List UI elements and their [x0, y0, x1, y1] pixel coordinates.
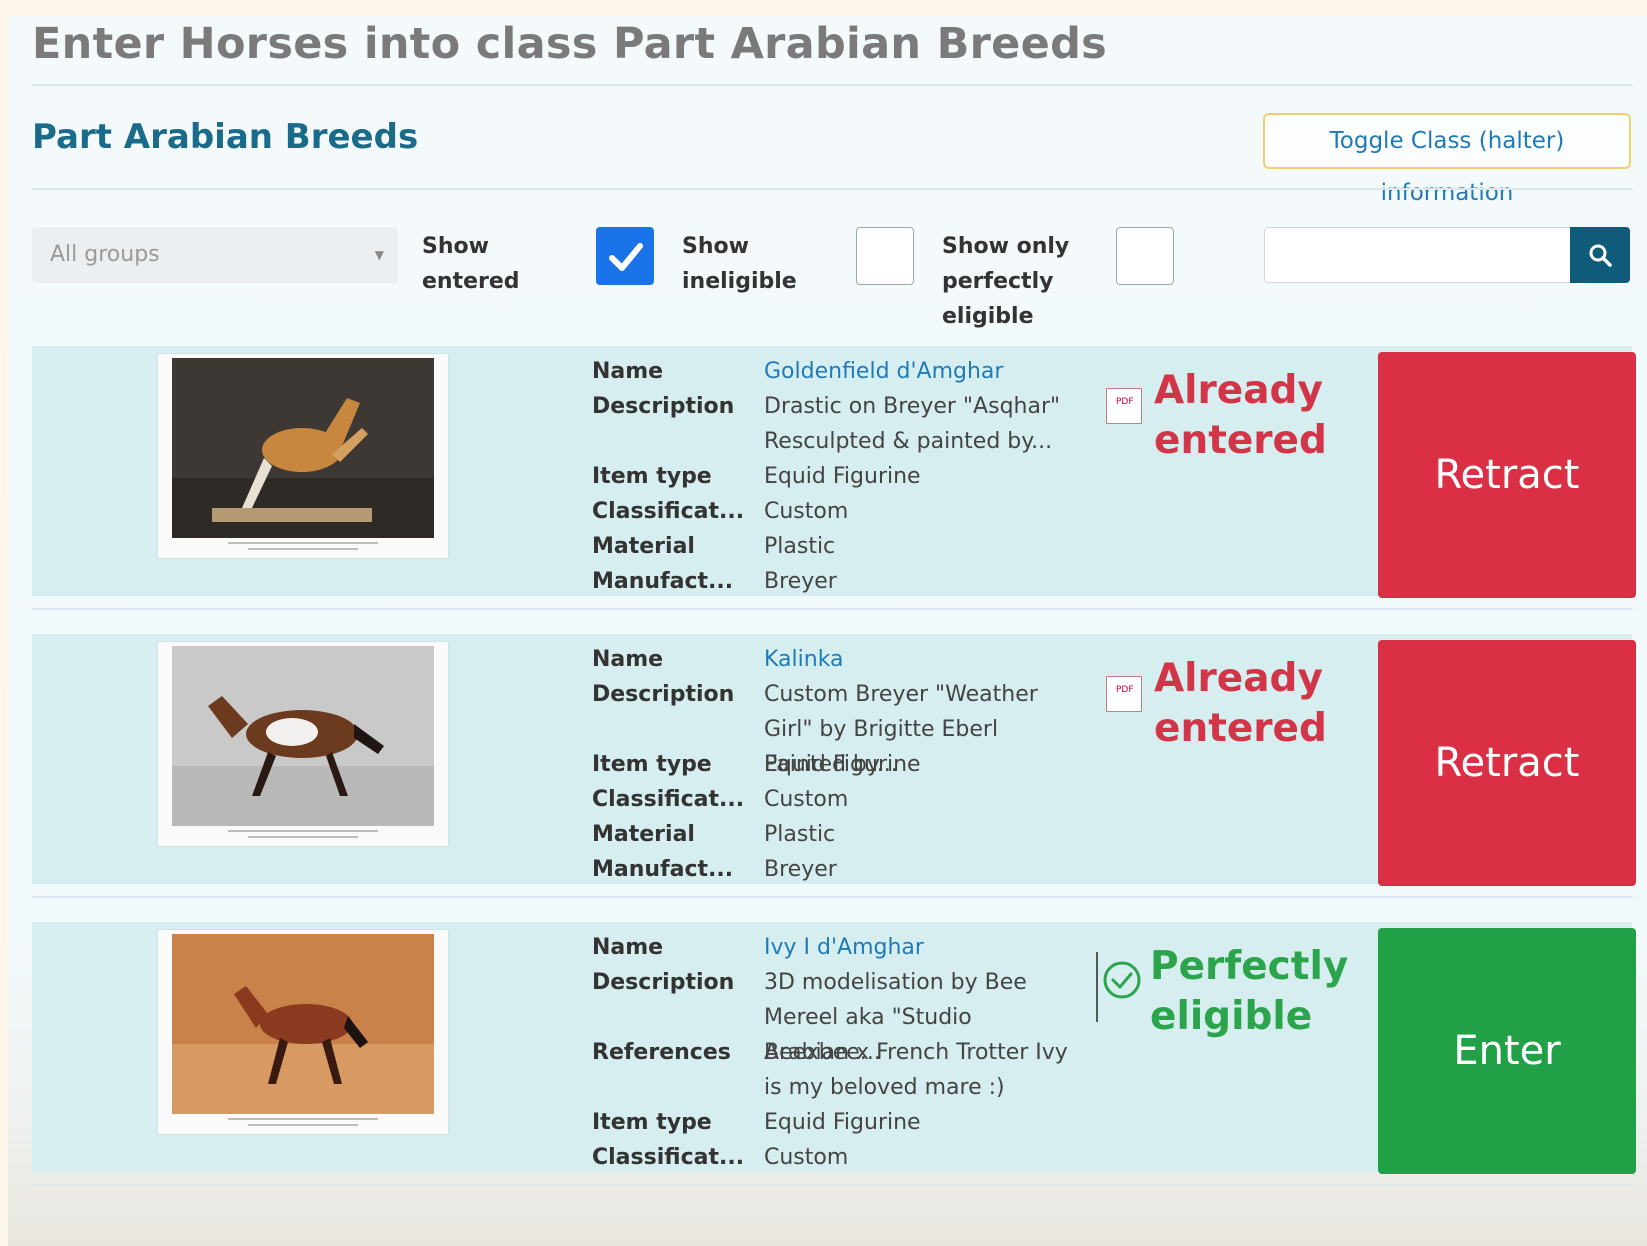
caption-line: [248, 1124, 358, 1126]
class-title: Part Arabian Breeds: [32, 117, 419, 157]
field-value: Custom: [764, 1145, 849, 1170]
field-label: Name: [592, 359, 664, 384]
enter-button[interactable]: Enter: [1378, 928, 1636, 1174]
caption-line: [248, 548, 358, 550]
check-circle-icon: [1103, 961, 1141, 999]
field-label: Item type: [592, 752, 712, 777]
horse-row: Name Kalinka Description Custom Breyer "We…: [32, 634, 1636, 887]
toggle-class-info-button[interactable]: Toggle Class (halter) information: [1263, 113, 1631, 206]
horse-name-link[interactable]: Kalinka: [764, 642, 1074, 677]
horse-photo[interactable]: [158, 930, 448, 1134]
entry-status: PDF Already entered: [1106, 366, 1344, 466]
field-value: Plastic: [764, 822, 836, 847]
field-label: Classificat...: [592, 499, 745, 524]
field-label: Manufact...: [592, 569, 734, 594]
field-value: Drastic on Breyer "Asqhar" Resculpted & …: [764, 394, 1061, 454]
pdf-file-icon[interactable]: PDF: [1106, 676, 1142, 712]
field-label: Description: [592, 970, 735, 995]
show-entered-checkbox[interactable]: [596, 227, 654, 285]
horse-image: [172, 358, 434, 538]
horse-details: Name Goldenfield d'Amghar Description Dras…: [592, 354, 1092, 599]
chevron-down-icon: ▼: [374, 248, 384, 262]
horse-row: Name Goldenfield d'Amghar Description Dras…: [32, 346, 1636, 599]
status-text: Already entered: [1154, 368, 1327, 463]
field-label: References: [592, 1040, 731, 1065]
horse-photo[interactable]: [158, 354, 448, 558]
field-label: Material: [592, 822, 695, 847]
page: Enter Horses into class Part Arabian Bre…: [8, 16, 1647, 1246]
field-label: Name: [592, 935, 664, 960]
horse-name-link[interactable]: Goldenfield d'Amghar: [764, 354, 1074, 389]
field-value: Equid Figurine: [764, 464, 921, 489]
field-value: Custom: [764, 787, 849, 812]
separator: [1096, 952, 1098, 1022]
field-value: Arabian x French Trotter Ivy is my belov…: [764, 1040, 1068, 1100]
field-value: Custom: [764, 499, 849, 524]
field-label: Description: [592, 682, 735, 707]
field-value: Plastic: [764, 534, 836, 559]
field-value: Equid Figurine: [764, 1110, 921, 1135]
field-label: Classificat...: [592, 1145, 745, 1170]
divider: [32, 1184, 1633, 1186]
field-value: Equid Figurine: [764, 752, 921, 777]
page-title: Enter Horses into class Part Arabian Bre…: [32, 19, 1108, 69]
horse-name-link[interactable]: Ivy I d'Amghar: [764, 930, 1074, 965]
search-icon: [1589, 244, 1612, 267]
caption-line: [228, 542, 378, 544]
eligibility-status: Perfectly eligible: [1103, 942, 1349, 1042]
field-label: Classificat...: [592, 787, 745, 812]
search-button[interactable]: [1570, 227, 1630, 283]
divider: [32, 188, 1633, 190]
divider: [32, 608, 1633, 610]
retract-button[interactable]: Retract: [1378, 352, 1636, 598]
field-label: Material: [592, 534, 695, 559]
horse-row: Name Ivy I d'Amghar Description 3D modelis…: [32, 922, 1636, 1175]
field-label: Name: [592, 647, 664, 672]
field-value: Breyer: [764, 569, 837, 594]
show-entered-label: Show entered: [422, 234, 520, 294]
caption-line: [228, 830, 378, 832]
status-text: Perfectly eligible: [1150, 944, 1349, 1039]
horse-photo[interactable]: [158, 642, 448, 846]
field-label: Manufact...: [592, 857, 734, 882]
show-ineligible-label: Show ineligible: [682, 234, 797, 294]
field-label: Description: [592, 394, 735, 419]
field-value: Breyer: [764, 857, 837, 882]
status-text: Already entered: [1154, 656, 1327, 751]
retract-button[interactable]: Retract: [1378, 640, 1636, 886]
group-select-value: All groups: [50, 242, 160, 267]
divider: [32, 84, 1633, 86]
horse-details: Name Ivy I d'Amghar Description 3D modelis…: [592, 930, 1092, 1175]
entry-status: PDF Already entered: [1106, 654, 1344, 754]
field-label: Item type: [592, 1110, 712, 1135]
horse-image: [172, 646, 434, 826]
checkmark-icon: [609, 243, 643, 271]
search-input[interactable]: [1264, 227, 1570, 283]
show-perfect-checkbox[interactable]: [1116, 227, 1174, 285]
divider: [32, 896, 1633, 898]
field-label: Item type: [592, 464, 712, 489]
horse-details: Name Kalinka Description Custom Breyer "We…: [592, 642, 1092, 887]
pdf-file-icon[interactable]: PDF: [1106, 388, 1142, 424]
filter-bar: All groups ▼ Show entered Show ineligibl…: [32, 221, 1632, 336]
horse-image: [172, 934, 434, 1114]
caption-line: [248, 836, 358, 838]
show-perfect-label: Show only perfectly eligible: [942, 234, 1070, 329]
show-ineligible-checkbox[interactable]: [856, 227, 914, 285]
caption-line: [228, 1118, 378, 1120]
group-select[interactable]: All groups ▼: [32, 227, 398, 283]
